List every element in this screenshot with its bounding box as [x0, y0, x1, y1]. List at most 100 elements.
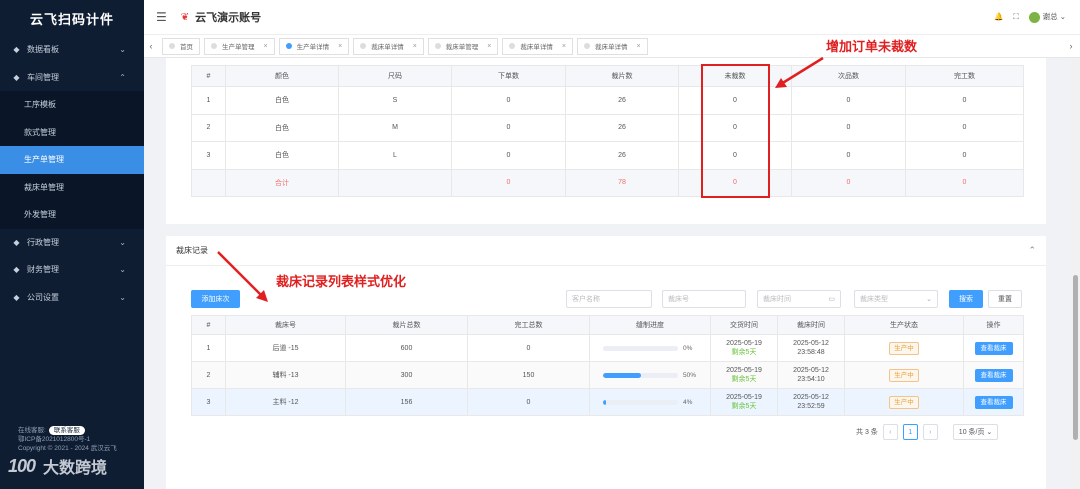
sidebar-item-dashboard[interactable]: ◆ 数据看板 ⌄ [0, 36, 144, 64]
tab-cutting-detail-3[interactable]: 裁床单详情 × [576, 37, 648, 55]
add-bed-button[interactable]: 添加床次 [191, 290, 240, 308]
chevron-down-icon: ⌄ [119, 265, 126, 275]
status-badge: 生产中 [889, 341, 919, 355]
tab-scroll-left-icon[interactable]: ‹ [144, 41, 158, 51]
sidebar-item-finance[interactable]: ◆ 财务管理 ⌄ [0, 256, 144, 284]
vertical-scrollbar[interactable] [1071, 60, 1080, 489]
table-row: 3 主料 -12 156 0 4% 2025-05-19 剩余5天 2025-05… [191, 388, 1024, 416]
copyright: Copyright © 2021 - 2024 武汉云飞 [18, 445, 117, 452]
close-icon[interactable]: × [487, 43, 491, 50]
menu-toggle-icon[interactable]: ☰ [156, 10, 167, 24]
account-title: 云飞演示账号 [195, 12, 262, 24]
header-actions: 🔔 ⛶ 谢总 ⌄ [994, 11, 1066, 23]
close-icon[interactable]: × [413, 43, 417, 50]
bed-number-input[interactable]: 裁床号 [662, 290, 746, 308]
next-page-icon[interactable]: › [922, 424, 938, 440]
progress-bar: 0% [590, 344, 710, 353]
status-badge: 生产中 [889, 395, 919, 409]
view-bed-button[interactable]: 查看裁床 [974, 395, 1013, 409]
bell-icon[interactable]: 🔔 [994, 12, 1003, 21]
chevron-down-icon: ⌄ [119, 45, 126, 55]
close-icon[interactable]: × [338, 43, 342, 50]
cutting-time-picker[interactable]: 裁床时间 ▭ [757, 290, 841, 308]
admin-icon: ◆ [13, 237, 20, 247]
customer-name-input[interactable]: 客户名称 [566, 290, 652, 308]
scrollbar-thumb[interactable] [1073, 275, 1078, 440]
size-table: # 颜色 尺码 下单数 裁片数 未裁数 次品数 完工数 1 白色 S 0 26 0 0 0 2… [191, 65, 1024, 197]
app-logo: 云飞扫码计件 [29, 11, 114, 27]
remaining-days: 剩余5天 [731, 349, 757, 356]
finance-icon: ◆ [13, 265, 20, 275]
divider [166, 265, 1046, 266]
tab-production-order[interactable]: 生产单管理 × [204, 37, 275, 55]
top-header: ☰ ❦ 云飞演示账号 🔔 ⛶ 谢总 ⌄ [144, 0, 1080, 35]
page-number[interactable]: 1 [902, 424, 918, 440]
collapse-chevron-icon[interactable]: ⌃ [1028, 245, 1036, 256]
dashboard-icon: ◆ [13, 45, 20, 55]
annotation-top: 增加订单未裁数 [826, 39, 918, 54]
remaining-days: 剩余5天 [731, 403, 757, 410]
tab-home[interactable]: 首页 [162, 37, 200, 55]
contact-support-button[interactable]: 联系客服 [48, 426, 85, 435]
table-row: 1 白色 S 0 26 0 0 0 [191, 86, 1024, 115]
page-size-select[interactable]: 10 条/页 ⌄ [952, 424, 999, 440]
close-icon[interactable]: × [636, 43, 640, 50]
tab-production-detail[interactable]: 生产单详情 × [278, 37, 350, 55]
progress-bar: 50% [590, 371, 710, 380]
chevron-up-icon: ⌃ [119, 72, 126, 82]
table-row: 2 辅料 -13 300 150 50% 2025-05-19 剩余5天 2025… [191, 361, 1024, 389]
remaining-days: 剩余5天 [731, 376, 757, 383]
close-icon[interactable]: × [562, 43, 566, 50]
annotation-highlight-box [701, 64, 770, 198]
avatar [1028, 11, 1040, 23]
sidebar-subitem-style[interactable]: 款式管理 [0, 118, 144, 146]
annotation-bottom: 裁床记录列表样式优化 [276, 274, 407, 289]
section-title: 裁床记录 [176, 246, 208, 255]
sidebar-subitem-outsourcing[interactable]: 外发管理 [0, 201, 144, 229]
cutting-type-select[interactable]: 裁床类型 ⌄ [854, 290, 938, 308]
table-header-row: # 颜色 尺码 下单数 裁片数 未裁数 次品数 完工数 [191, 65, 1024, 87]
chevron-down-icon: ⌄ [119, 237, 126, 247]
total-count: 共 3 条 [856, 429, 878, 436]
status-badge: 生产中 [889, 368, 919, 382]
view-bed-button[interactable]: 查看裁床 [974, 341, 1013, 355]
icp-number: 鄂ICP备2021012800号-1 [18, 436, 91, 443]
tab-cutting-detail-2[interactable]: 裁床单详情 × [502, 37, 573, 55]
watermark: 100 大数跨境 [8, 455, 108, 478]
user-menu[interactable]: 谢总 ⌄ [1028, 11, 1066, 23]
fullscreen-icon[interactable]: ⛶ [1013, 12, 1018, 22]
progress-bar: 4% [590, 398, 710, 407]
sidebar-subitem-production-order[interactable]: 生产单管理 [0, 146, 144, 174]
tab-cutting-detail[interactable]: 裁床单详情 × [353, 37, 424, 55]
view-bed-button[interactable]: 查看裁床 [974, 368, 1013, 382]
tab-scroll-right-icon[interactable]: › [1064, 41, 1078, 51]
sidebar-item-workshop[interactable]: ◆ 车间管理 ⌃ [0, 64, 144, 92]
tab-cutting-order[interactable]: 裁床单管理 × [427, 37, 499, 55]
close-icon[interactable]: × [264, 43, 268, 50]
cutting-table: # 裁床号 裁片总数 完工总数 缝制进度 交货时间 裁床时间 生产状态 操作 1… [191, 315, 1024, 416]
pagination: 共 3 条 ‹ 1 › 10 条/页 ⌄ [856, 424, 999, 440]
sidebar-subitem-cutting-order[interactable]: 裁床单管理 [0, 173, 144, 201]
table-row: 2 白色 M 0 26 0 0 0 [191, 113, 1024, 142]
prev-page-icon[interactable]: ‹ [882, 424, 898, 440]
sidebar-menu: ◆ 数据看板 ⌄ ◆ 车间管理 ⌃ 工序模板 款式管理 生产单管理 裁床单管理 … [0, 36, 144, 311]
table-row: 3 白色 L 0 26 0 0 0 [191, 141, 1024, 170]
chevron-down-icon: ⌄ [926, 296, 932, 303]
table-total-row: 合计 0 78 0 0 0 [191, 168, 1024, 197]
sidebar-footer: 在线客服: 联系客服 鄂ICP备2021012800号-1 Copyright ©… [18, 426, 117, 452]
main-content: # 颜色 尺码 下单数 裁片数 未裁数 次品数 完工数 1 白色 S 0 26 0 0 0 2… [166, 39, 1046, 489]
reset-button[interactable]: 重置 [988, 290, 1022, 308]
chevron-down-icon: ⌄ [119, 292, 126, 302]
search-button[interactable]: 搜索 [949, 290, 983, 308]
workshop-icon: ◆ [13, 72, 20, 82]
sidebar-item-settings[interactable]: ◆ 公司设置 ⌄ [0, 284, 144, 312]
tab-bar: ‹ 首页 生产单管理 × 生产单详情 × 裁床单详情 × 裁床单管理 × 裁床单详情 × … [144, 35, 1080, 58]
calendar-icon: ▭ [828, 296, 835, 303]
annotation-arrow-top [775, 56, 824, 88]
table-row: 1 后道 -15 600 0 0% 2025-05-19 剩余5天 2025-05… [191, 334, 1024, 362]
sidebar-subitem-process-template[interactable]: 工序模板 [0, 91, 144, 119]
sidebar-item-admin[interactable]: ◆ 行政管理 ⌄ [0, 229, 144, 257]
sidebar: 云飞扫码计件 ◆ 数据看板 ⌄ ◆ 车间管理 ⌃ 工序模板 款式管理 生产单管理… [0, 0, 144, 489]
settings-icon: ◆ [13, 292, 20, 302]
watermark-logo: 100 [8, 455, 36, 476]
